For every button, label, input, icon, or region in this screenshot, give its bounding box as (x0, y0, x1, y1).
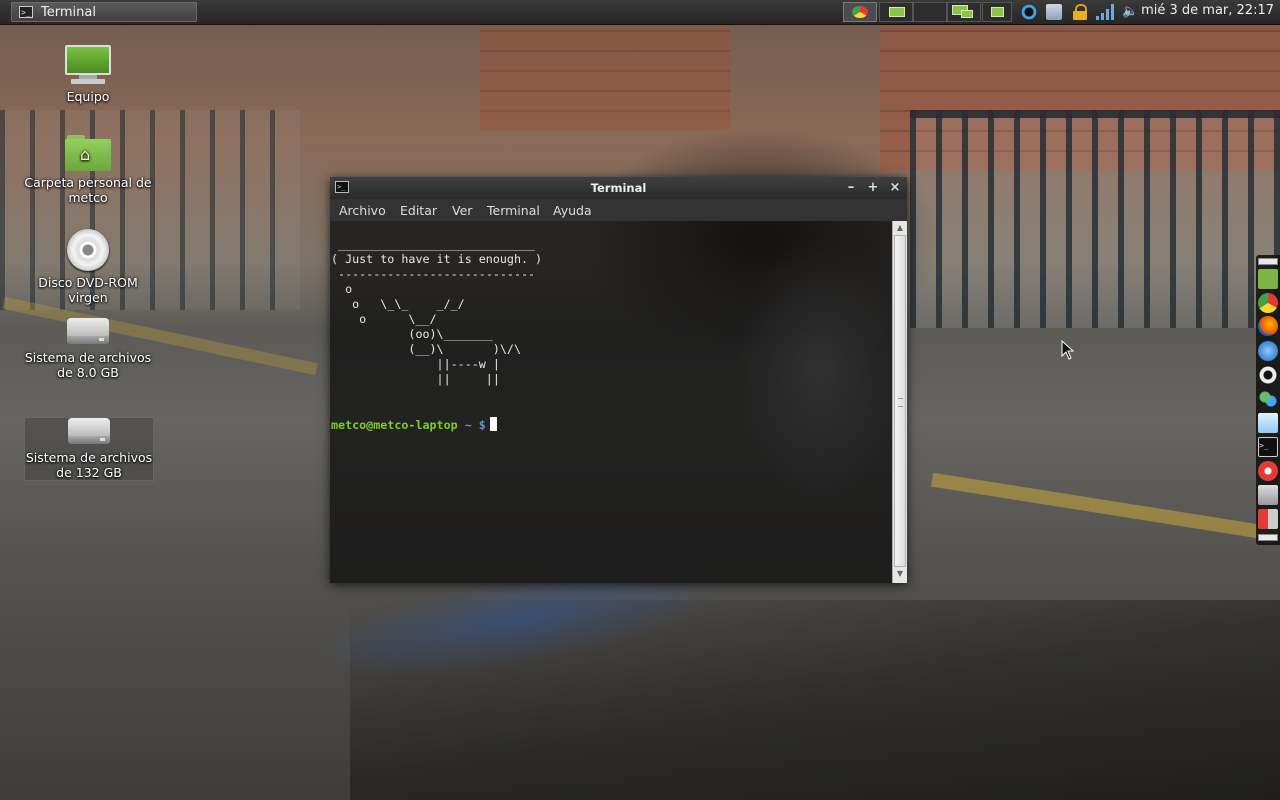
logout-icon[interactable] (1258, 509, 1278, 529)
lock-icon[interactable] (1072, 4, 1088, 20)
workspace-2[interactable] (879, 2, 913, 22)
shell-prompt: metco@metco-laptop ~ $ (331, 417, 497, 433)
window-titlebar[interactable]: >_ Terminal – + × (330, 177, 907, 199)
menu-archivo[interactable]: Archivo (339, 203, 386, 218)
window-title: Terminal (590, 181, 647, 195)
wallpaper-fence-right (910, 110, 1280, 328)
menu-terminal[interactable]: Terminal (487, 203, 540, 218)
desktop-icon-label: Equipo (66, 89, 110, 104)
show-desktop-button[interactable] (982, 2, 1012, 22)
scroll-up-arrow-icon[interactable]: ▲ (893, 221, 907, 235)
prompt-path: ~ $ (457, 418, 486, 432)
home-folder-icon: ⌂ (65, 135, 111, 171)
terminal-window[interactable]: >_ Terminal – + × Archivo Editar Ver Ter… (330, 177, 907, 583)
terminal-output-area[interactable]: ____________________________ ( Just to h… (330, 221, 892, 583)
scrollbar-thumb[interactable] (894, 235, 906, 567)
minimize-button[interactable]: – (842, 179, 860, 197)
messenger-icon[interactable] (1258, 389, 1278, 409)
prompt-user-host: metco@metco-laptop (331, 418, 458, 432)
dock-handle-top[interactable] (1258, 258, 1278, 265)
computer-icon (65, 45, 111, 85)
right-dock: >_ (1256, 255, 1280, 545)
cowsay-output: ____________________________ ( Just to h… (331, 237, 543, 386)
workspace-3[interactable] (913, 2, 947, 22)
wifi-signal-icon[interactable] (1096, 4, 1116, 20)
desktop-icon (991, 7, 1004, 17)
menu-bar: Archivo Editar Ver Terminal Ayuda (330, 199, 907, 221)
terminal-icon[interactable]: >_ (1258, 437, 1278, 457)
window-mini-icon (889, 7, 905, 17)
desktop-icon-computer[interactable]: Equipo (23, 45, 153, 104)
workspace-1[interactable] (843, 2, 877, 22)
maximize-button[interactable]: + (864, 179, 882, 197)
desktop-icon-label: Sistema de archivos de 132 GB (25, 450, 153, 480)
dvd-disc-icon (67, 229, 109, 271)
package-icon[interactable] (1258, 413, 1278, 433)
power-icon[interactable] (1258, 461, 1278, 481)
firefox-icon[interactable] (1258, 316, 1278, 336)
desktop-icon-label: Disco DVD-ROM virgen (38, 275, 138, 305)
desktop-icon-dvd[interactable]: Disco DVD-ROM virgen (23, 229, 153, 305)
lock-screen-icon[interactable] (1258, 485, 1278, 505)
dock-handle-bottom[interactable] (1258, 534, 1278, 541)
mouse-pointer-icon (1061, 340, 1075, 360)
desktop-icon-filesystem-132gb[interactable]: Sistema de archivos de 132 GB (24, 417, 154, 481)
wallpaper-brick-wall-left (480, 20, 730, 130)
workspace-4[interactable] (947, 2, 981, 22)
window-mini-icon (961, 10, 973, 18)
chrome-icon (852, 6, 868, 18)
vertical-scrollbar[interactable]: ▲ ▼ (892, 221, 907, 583)
top-panel: >_ Terminal 🔈 mié 3 de mar, 22:17 (0, 0, 1280, 25)
mint-menu-icon[interactable] (1258, 269, 1278, 289)
desktop-icon-filesystem-8gb[interactable]: Sistema de archivos de 8.0 GB (23, 318, 153, 380)
menu-editar[interactable]: Editar (400, 203, 437, 218)
terminal-icon: >_ (19, 6, 33, 18)
update-manager-icon[interactable] (1046, 4, 1062, 20)
menu-ver[interactable]: Ver (452, 203, 472, 218)
desktop-icon-label: Carpeta personal de metco (24, 175, 152, 205)
media-player-icon[interactable] (1258, 365, 1278, 385)
desktop-icon-label: Sistema de archivos de 8.0 GB (24, 350, 152, 380)
taskbar-button-label: Terminal (41, 4, 96, 20)
wallpaper-road-line-right (931, 472, 1279, 542)
menu-ayuda[interactable]: Ayuda (553, 203, 592, 218)
network-manager-icon[interactable] (1021, 4, 1037, 20)
volume-icon[interactable]: 🔈 (1122, 4, 1138, 20)
hard-drive-icon (67, 318, 109, 346)
taskbar-button-terminal[interactable]: >_ Terminal (11, 2, 197, 22)
text-cursor (489, 417, 497, 431)
scroll-down-arrow-icon[interactable]: ▼ (893, 567, 907, 581)
chrome-icon[interactable] (1258, 293, 1278, 313)
desktop-icon-home-folder[interactable]: ⌂ Carpeta personal de metco (23, 135, 153, 205)
thunderbird-icon[interactable] (1258, 341, 1278, 361)
hard-drive-icon (68, 418, 110, 446)
wallpaper-shadow (350, 600, 1280, 800)
close-button[interactable]: × (886, 179, 904, 197)
clock[interactable]: mié 3 de mar, 22:17 (1141, 3, 1274, 18)
